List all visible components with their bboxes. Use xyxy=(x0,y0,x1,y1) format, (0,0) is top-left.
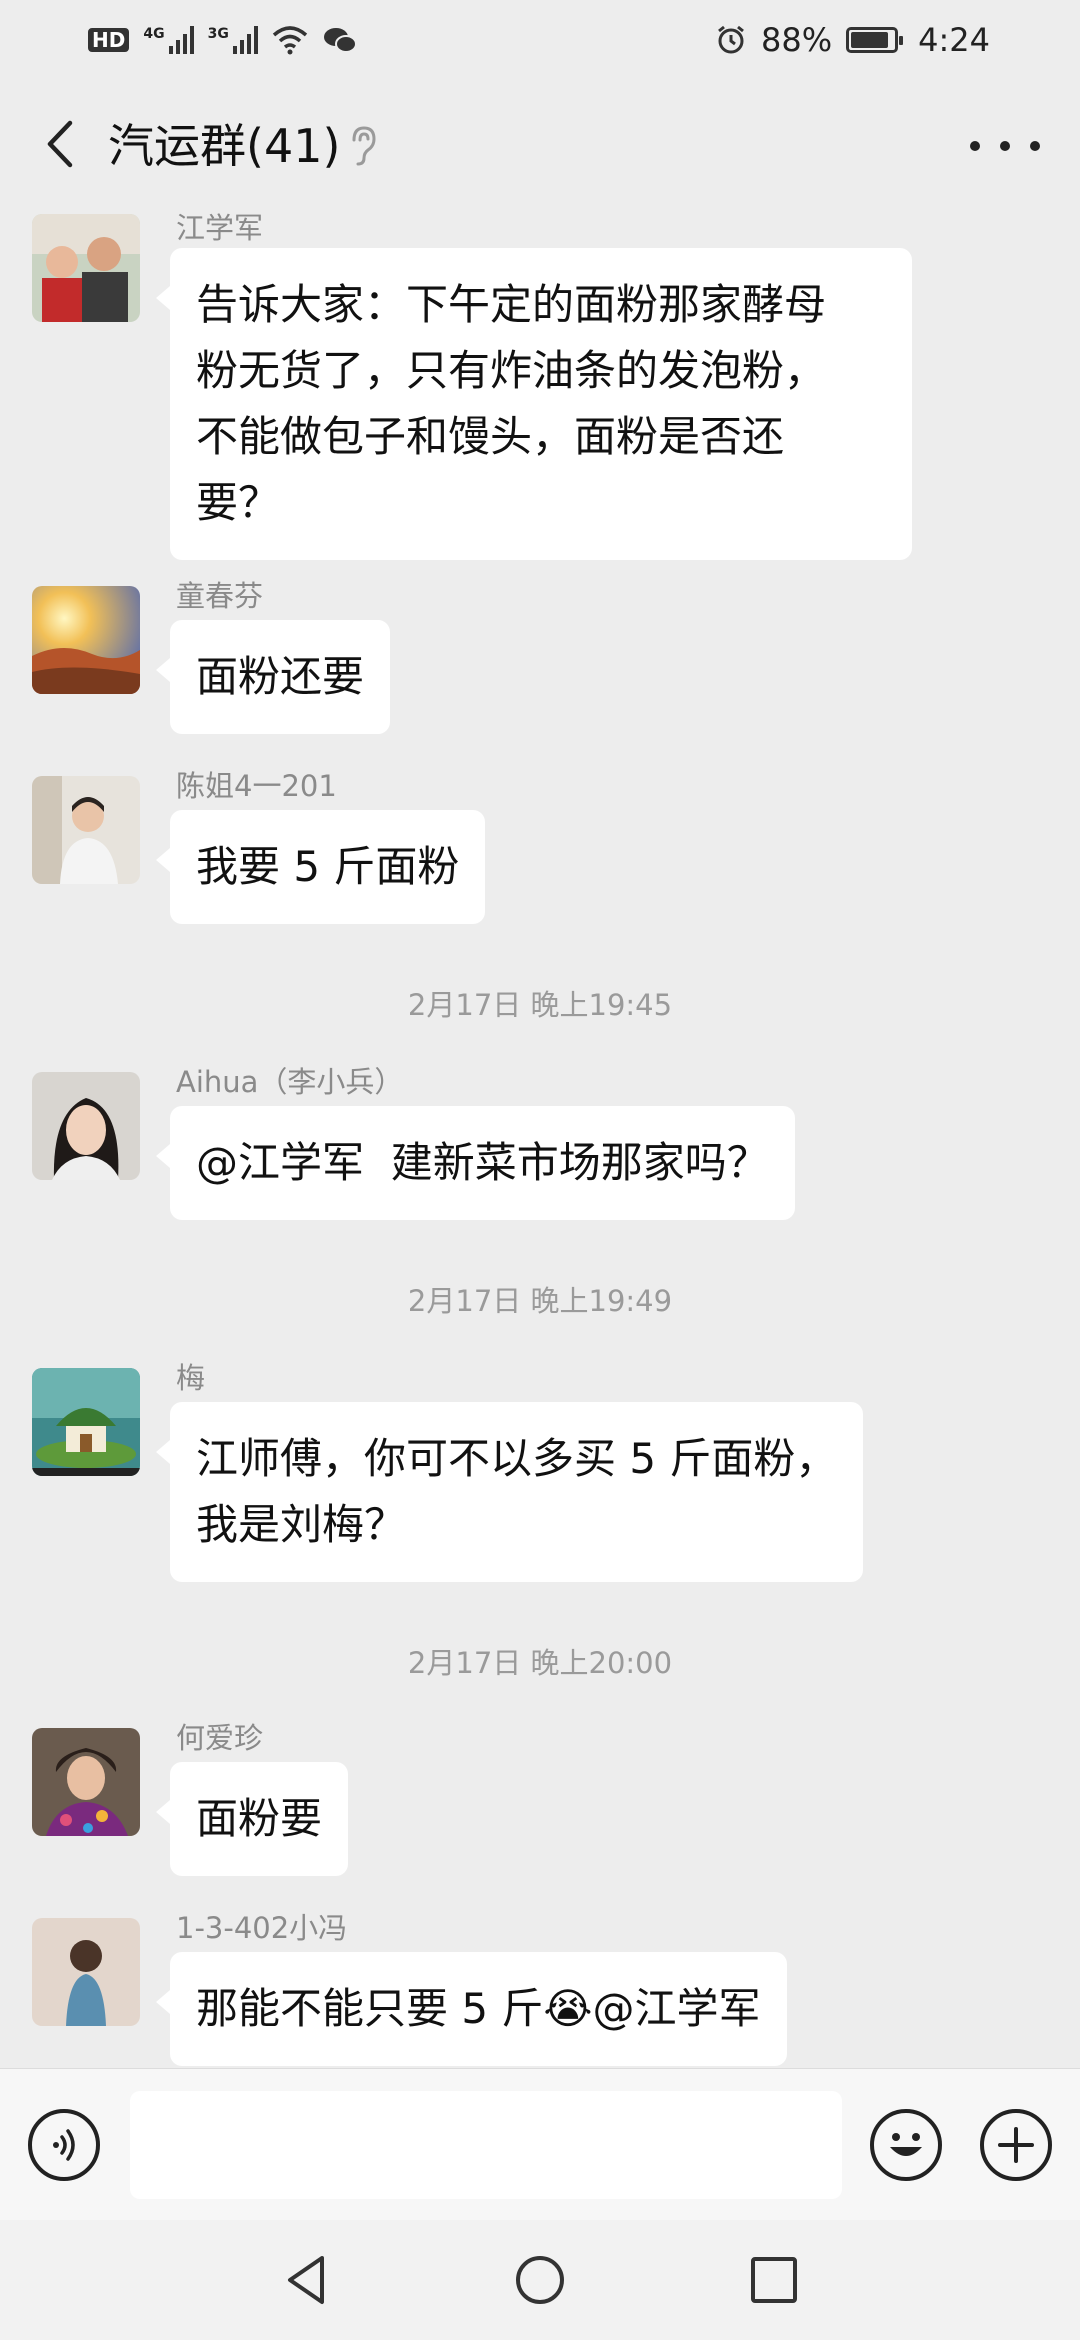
message-list[interactable]: 江学军 告诉大家：下午定的面粉那家酵母 粉无货了，只有炸油条的发泡粉， 不能做包… xyxy=(0,210,1080,2068)
smiley-icon xyxy=(890,2133,922,2156)
more-dot xyxy=(1030,141,1040,151)
status-bar: HD 4G 3G 88% 4:24 xyxy=(0,0,1080,80)
timestamp: 2月17日 晚上19:49 xyxy=(407,1284,673,1318)
net1-label: 4G xyxy=(143,26,165,42)
plus-circle-icon xyxy=(998,2127,1034,2163)
more-dot xyxy=(1000,141,1010,151)
emoji-button[interactable] xyxy=(870,2109,942,2181)
message-bubble[interactable]: @江学军 建新菜市场那家吗？ xyxy=(156,1106,795,1220)
input-bar xyxy=(0,2068,1080,2220)
message-bubble[interactable]: 面粉要 xyxy=(155,1762,349,1876)
woman-at-desk-avatar[interactable] xyxy=(32,776,140,884)
signal-icon-2: 3G xyxy=(208,26,258,54)
girl-back-avatar[interactable] xyxy=(32,1918,140,2026)
alarm-icon xyxy=(718,25,744,54)
sender-name: 1-3-402小冯 xyxy=(176,1911,348,1945)
family-photo-avatar[interactable] xyxy=(32,214,140,322)
woman-flowers-avatar[interactable] xyxy=(32,1728,140,1836)
wechat-group-chat-screen: HD 4G 3G 88% 4:24 汽运群(41) 江学军 告诉大家：下午定的面… xyxy=(0,0,1080,2340)
chat-header: 汽运群(41) xyxy=(0,80,1080,210)
mushroom-house-avatar[interactable] xyxy=(32,1368,140,1476)
chat-title: 汽运群(41) xyxy=(108,119,341,173)
circle-home-icon[interactable] xyxy=(510,2250,570,2310)
sender-name: 梅 xyxy=(176,1361,206,1395)
sender-name: 陈姐4一201 xyxy=(176,769,337,803)
wifi-icon xyxy=(272,26,307,55)
sender-name: Aihua（李小兵） xyxy=(176,1065,404,1099)
timestamp: 2月17日 晚上20:00 xyxy=(407,1646,673,1680)
triangle-back-icon[interactable] xyxy=(278,2250,338,2310)
message-bubble[interactable]: 江师傅，你可不以多买 5 斤面粉， 我是刘梅？ xyxy=(155,1402,864,1582)
square-recents-icon[interactable] xyxy=(744,2250,804,2310)
voice-button[interactable] xyxy=(28,2109,100,2181)
battery-percent: 88% xyxy=(761,21,833,59)
message-bubble[interactable]: 告诉大家：下午定的面粉那家酵母 粉无货了，只有炸油条的发泡粉， 不能做包子和馒头… xyxy=(156,248,912,560)
signal-icon: 4G xyxy=(143,26,194,54)
status-left: HD 4G 3G xyxy=(88,25,358,55)
battery-icon xyxy=(846,27,904,53)
battery-fill xyxy=(851,32,889,48)
status-right: 88% 4:24 xyxy=(715,21,990,59)
clock-time: 4:24 xyxy=(918,21,990,59)
hd-icon: HD xyxy=(88,28,130,52)
more-functions-button[interactable] xyxy=(980,2109,1052,2181)
message-bubble[interactable]: 面粉还要 xyxy=(155,620,391,734)
system-nav-bar xyxy=(0,2220,1080,2340)
ear-icon xyxy=(352,126,376,166)
woman-portrait-avatar[interactable] xyxy=(32,1072,140,1180)
message-bubble[interactable]: 那能不能只要 5 斤😭@江学军 xyxy=(156,1952,787,2066)
net2-label: 3G xyxy=(207,26,229,42)
wechat-icon xyxy=(323,28,357,53)
voice-icon xyxy=(53,2129,75,2161)
sunset-landscape-avatar[interactable] xyxy=(32,586,140,694)
chevron-left-icon xyxy=(47,120,73,168)
back-button[interactable] xyxy=(30,114,90,174)
message-bubble[interactable]: 我要 5 斤面粉 xyxy=(155,810,486,924)
sender-name: 童春芬 xyxy=(176,579,264,613)
message-input[interactable] xyxy=(130,2091,842,2199)
more-options-button[interactable] xyxy=(970,126,1040,166)
sender-name: 江学军 xyxy=(176,211,264,245)
timestamp: 2月17日 晚上19:45 xyxy=(407,988,673,1022)
sender-name: 何爱珍 xyxy=(176,1721,264,1755)
more-dot xyxy=(970,141,980,151)
